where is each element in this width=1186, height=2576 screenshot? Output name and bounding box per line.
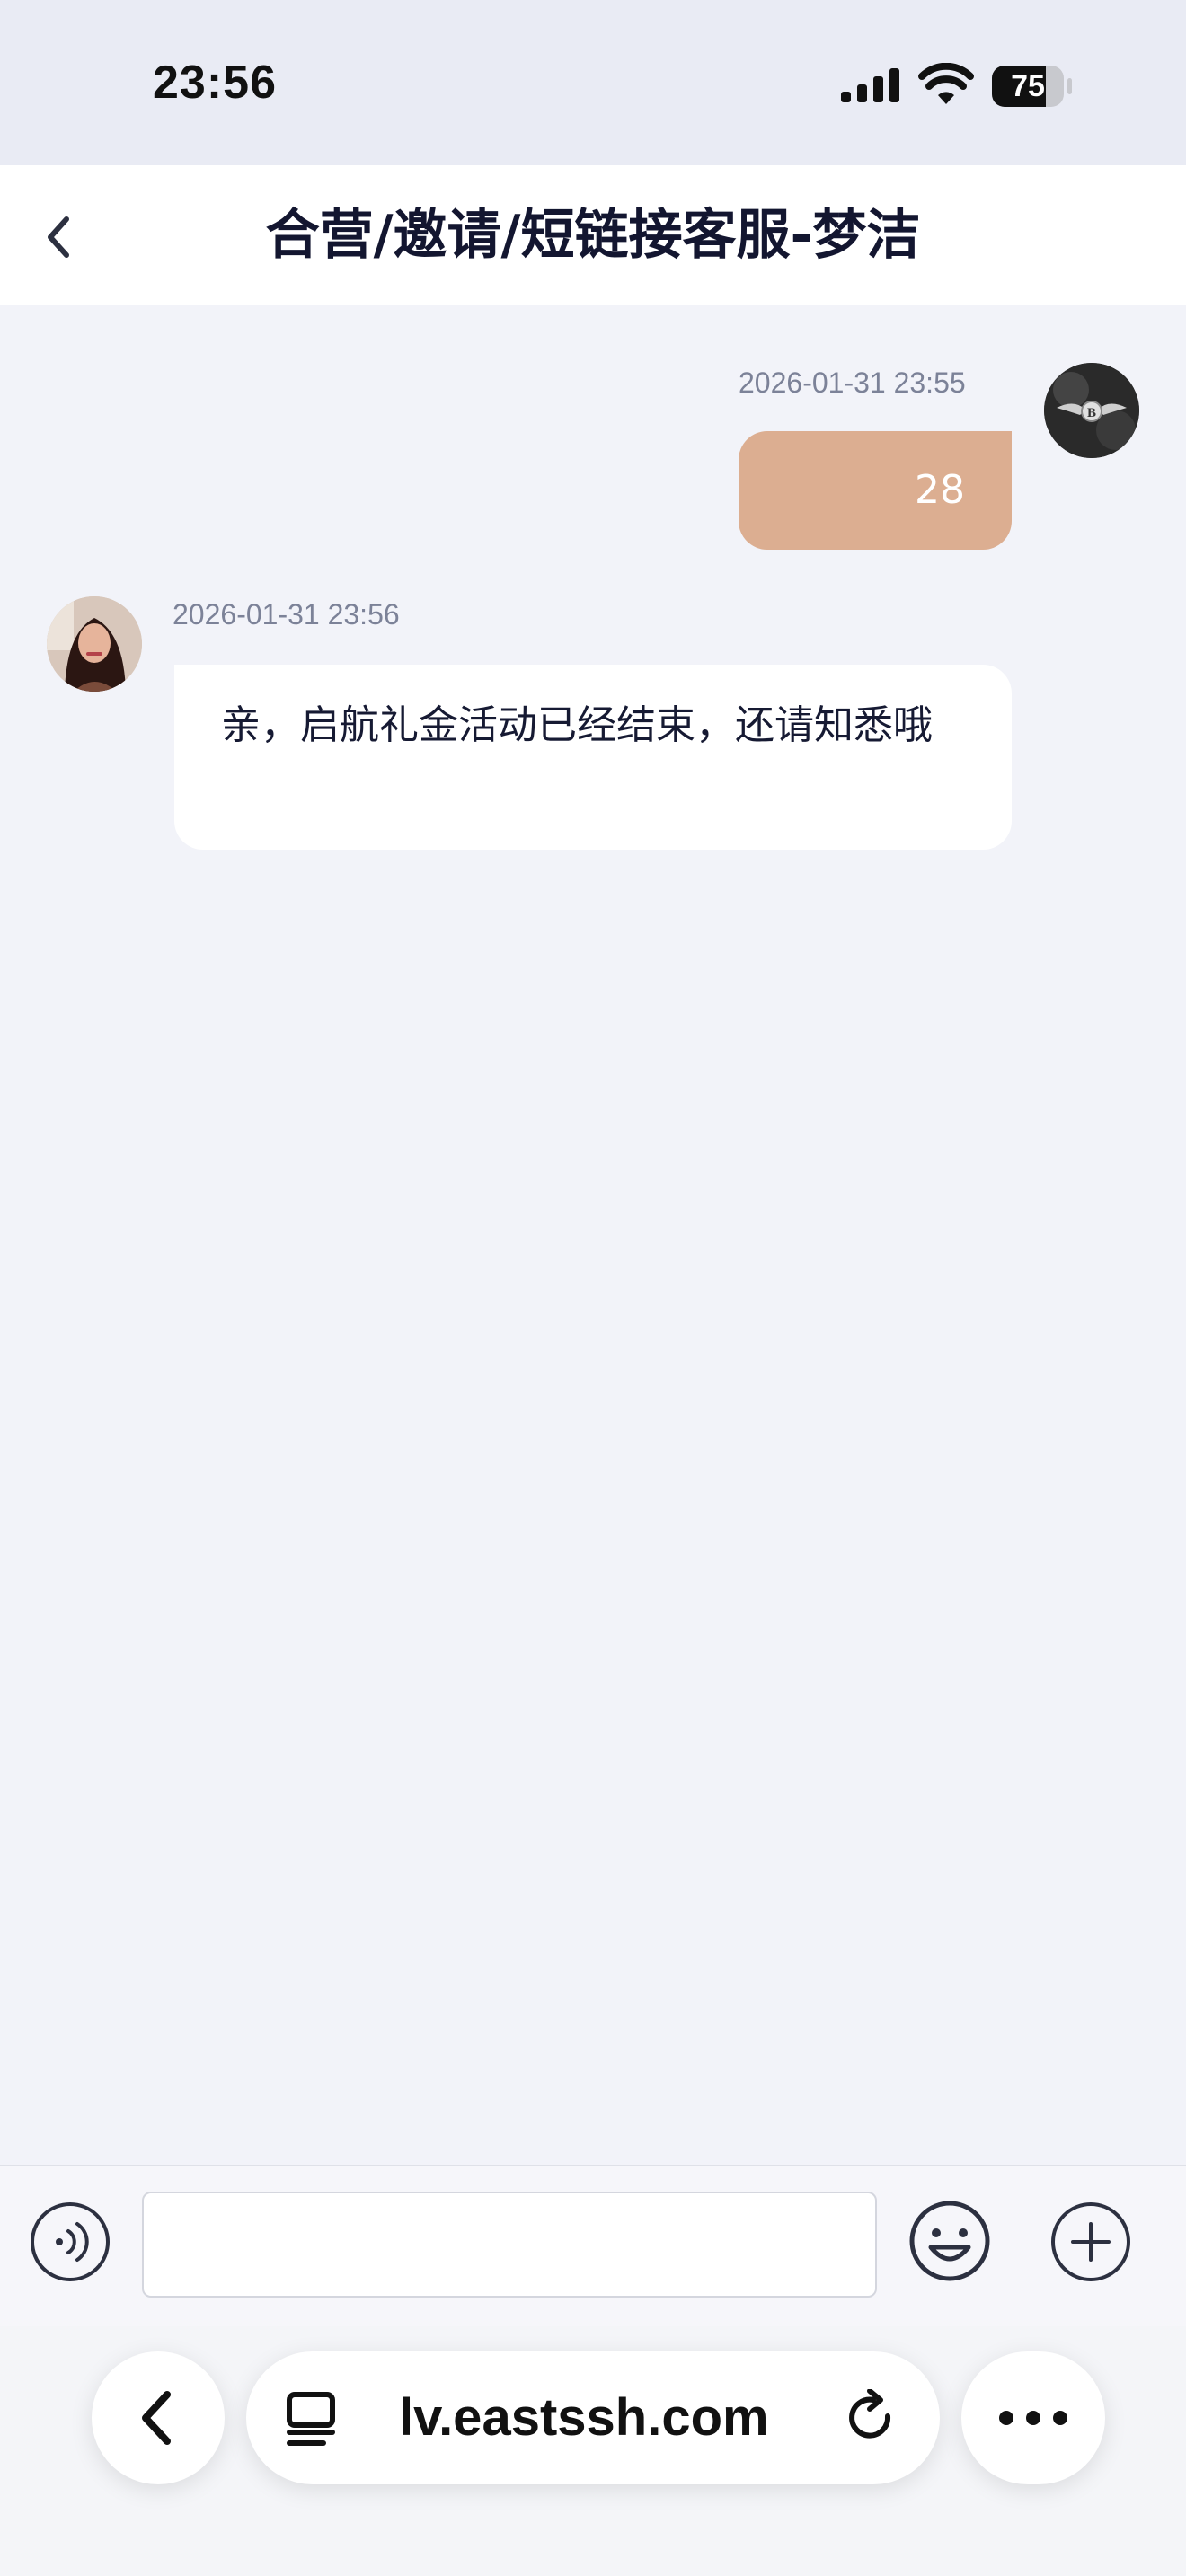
incoming-message-bubble[interactable]: 亲，启航礼金活动已经结束，还请知悉哦 xyxy=(174,665,1012,850)
message-input-bar xyxy=(0,2165,1186,2326)
more-button[interactable] xyxy=(961,2351,1105,2484)
bentley-logo-icon: B xyxy=(1044,363,1139,458)
agent-avatar[interactable] xyxy=(47,596,142,692)
status-bar: 23:56 75 xyxy=(0,0,1186,165)
message-text: 亲，启航礼金活动已经结束，还请知悉哦 xyxy=(221,702,933,748)
battery-level: 75 xyxy=(1011,69,1045,103)
page-title: 合营/邀请/短链接客服-梦洁 xyxy=(265,204,921,267)
chat-header: 合营/邀请/短链接客服-梦洁 xyxy=(0,165,1186,305)
url-text: lv.eastssh.com xyxy=(399,2388,769,2447)
emoji-icon[interactable] xyxy=(907,2199,992,2283)
browser-back-icon xyxy=(142,2391,171,2445)
browser-toolbar: lv.eastssh.com xyxy=(0,2326,1186,2576)
more-icon xyxy=(999,2411,1067,2425)
svg-text:B: B xyxy=(1087,406,1096,420)
signal-icon xyxy=(841,68,899,102)
back-chevron-icon[interactable] xyxy=(27,201,99,273)
chat-area[interactable]: 2026-01-31 23:55 B 28 2026-01-31 23:56 亲… xyxy=(0,305,1186,2165)
tabs-icon[interactable] xyxy=(282,2389,341,2448)
status-time: 23:56 xyxy=(153,57,277,109)
message-timestamp: 2026-01-31 23:56 xyxy=(173,598,400,631)
browser-back-button[interactable] xyxy=(92,2351,225,2484)
agent-photo-icon xyxy=(47,596,142,692)
voice-icon[interactable] xyxy=(29,2201,111,2283)
outgoing-message-bubble[interactable]: 28 xyxy=(739,431,1012,550)
reload-icon[interactable] xyxy=(843,2389,902,2448)
message-input[interactable] xyxy=(142,2192,877,2298)
message-text: 28 xyxy=(915,467,965,513)
battery-icon: 75 xyxy=(992,66,1072,107)
message-timestamp: 2026-01-31 23:55 xyxy=(739,366,966,399)
wifi-icon xyxy=(918,63,974,104)
avatar[interactable]: B xyxy=(1044,363,1139,458)
plus-icon[interactable] xyxy=(1049,2201,1132,2283)
address-bar[interactable]: lv.eastssh.com xyxy=(246,2351,940,2484)
